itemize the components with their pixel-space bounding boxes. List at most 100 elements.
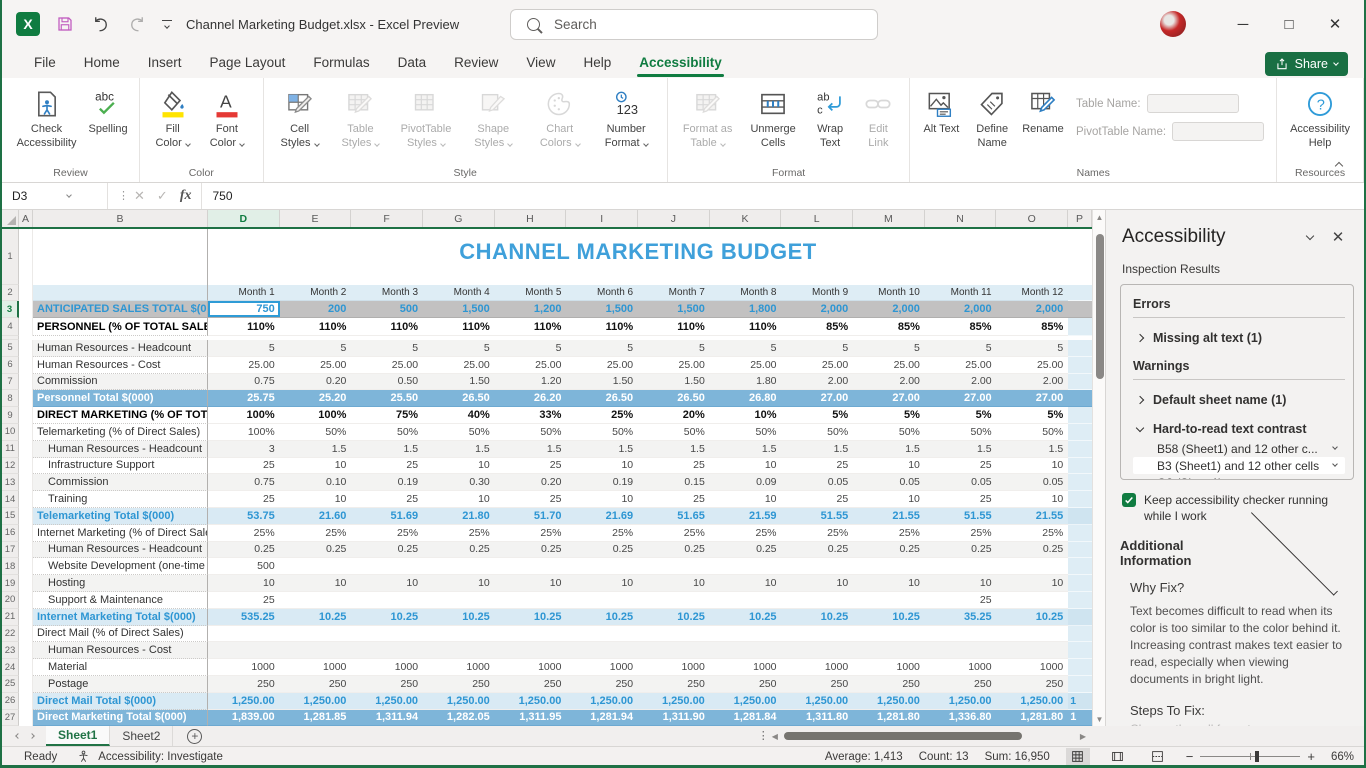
cell-I6[interactable]: 25.00 [566, 357, 638, 374]
cell-J8[interactable]: 26.50 [638, 390, 710, 407]
month-header-8[interactable]: Month 8 [710, 285, 782, 301]
cell-J6[interactable]: 25.00 [638, 357, 710, 374]
month-header-3[interactable]: Month 3 [351, 285, 423, 301]
cell-A16[interactable] [19, 525, 33, 542]
cell-M24[interactable]: 1000 [853, 659, 925, 676]
cell-D23[interactable] [208, 642, 280, 659]
row-label-7[interactable]: Commission [33, 374, 208, 391]
cell-K7[interactable]: 1.80 [710, 374, 782, 391]
cell-E16[interactable]: 25% [280, 525, 352, 542]
column-header-G[interactable]: G [423, 210, 495, 227]
cell-N9[interactable]: 5% [925, 407, 997, 424]
cell-L23[interactable] [782, 642, 854, 659]
cell-O11[interactable]: 1.5 [997, 441, 1069, 458]
cell-M4[interactable]: 85% [853, 318, 925, 336]
spelling-button[interactable]: abcSpelling [85, 84, 131, 138]
cell-J19[interactable]: 10 [638, 575, 710, 592]
cell-M12[interactable]: 10 [853, 458, 925, 475]
cell-N16[interactable]: 25% [925, 525, 997, 542]
cell-H9[interactable]: 33% [495, 407, 567, 424]
cell-J21[interactable]: 10.25 [638, 609, 710, 626]
vertical-scrollbar-thumb[interactable] [1096, 234, 1104, 379]
avatar[interactable] [1160, 11, 1186, 37]
cell-P22[interactable] [1068, 626, 1092, 643]
cell-J9[interactable]: 20% [638, 407, 710, 424]
cell-J15[interactable]: 51.65 [638, 508, 710, 525]
cell-H10[interactable]: 50% [495, 424, 567, 441]
warning-default-sheet-name[interactable]: Default sheet name (1) [1133, 388, 1345, 417]
cell-G8[interactable]: 26.50 [423, 390, 495, 407]
cell-L21[interactable]: 10.25 [782, 609, 854, 626]
cell-K8[interactable]: 26.80 [710, 390, 782, 407]
cell-F6[interactable]: 25.00 [351, 357, 423, 374]
row-header-9[interactable]: 9 [2, 407, 19, 424]
close-button[interactable]: ✕ [1312, 0, 1358, 48]
cell-I19[interactable]: 10 [566, 575, 638, 592]
cell-K26[interactable]: 1,250.00 [710, 693, 782, 710]
row-header-5[interactable]: 5 [2, 340, 19, 357]
cell-P13[interactable] [1068, 474, 1092, 491]
cell-H25[interactable]: 250 [495, 676, 567, 693]
cell-K21[interactable]: 10.25 [710, 609, 782, 626]
cell-E12[interactable]: 10 [280, 458, 352, 475]
save-icon[interactable] [54, 13, 76, 35]
cell-G22[interactable] [423, 626, 495, 643]
warning-contrast[interactable]: Hard-to-read text contrast [1133, 417, 1345, 440]
cell-L11[interactable]: 1.5 [782, 441, 854, 458]
cell-M15[interactable]: 21.55 [853, 508, 925, 525]
cell-A27[interactable] [19, 710, 33, 726]
cell-P24[interactable] [1068, 659, 1092, 676]
tab-data[interactable]: Data [386, 51, 439, 76]
cell-G19[interactable]: 10 [423, 575, 495, 592]
cell-L10[interactable]: 50% [782, 424, 854, 441]
cell-N15[interactable]: 51.55 [925, 508, 997, 525]
check-accessibility-button[interactable]: Check Accessibility [10, 84, 83, 153]
cell-I8[interactable]: 26.50 [566, 390, 638, 407]
cell-I5[interactable]: 5 [566, 340, 638, 357]
cell-H20[interactable] [495, 592, 567, 609]
vertical-scrollbar[interactable]: ▲ ▼ [1092, 210, 1105, 726]
cell-J7[interactable]: 1.50 [638, 374, 710, 391]
cell-O14[interactable]: 10 [997, 491, 1069, 508]
cell-O18[interactable] [997, 558, 1069, 575]
cell-N23[interactable] [925, 642, 997, 659]
cell-P18[interactable] [1068, 558, 1092, 575]
cell-A4[interactable] [19, 318, 33, 336]
cell-E19[interactable]: 10 [280, 575, 352, 592]
cell-L3[interactable]: 2,000 [782, 301, 854, 318]
cell-D19[interactable]: 10 [208, 575, 280, 592]
tab-review[interactable]: Review [442, 51, 510, 76]
column-header-K[interactable]: K [710, 210, 782, 227]
cell-L5[interactable]: 5 [782, 340, 854, 357]
cell-E24[interactable]: 1000 [280, 659, 352, 676]
cell-K19[interactable]: 10 [710, 575, 782, 592]
cell-L14[interactable]: 25 [782, 491, 854, 508]
row-label-4[interactable]: PERSONNEL (% OF TOTAL SALES) [33, 318, 208, 336]
cell-N20[interactable]: 25 [925, 592, 997, 609]
cell-F17[interactable]: 0.25 [351, 542, 423, 559]
additional-information-header[interactable]: Additional Information [1106, 524, 1366, 568]
cell-J25[interactable]: 250 [638, 676, 710, 693]
cell-G13[interactable]: 0.30 [423, 474, 495, 491]
row-header-4[interactable]: 4 [2, 318, 19, 336]
page-break-view-icon[interactable] [1146, 748, 1170, 766]
cell-F11[interactable]: 1.5 [351, 441, 423, 458]
collapse-ribbon-icon[interactable] [1336, 156, 1342, 174]
cell-P12[interactable] [1068, 458, 1092, 475]
month-header-1[interactable]: Month 1 [208, 285, 280, 301]
row-label-10[interactable]: Telemarketing (% of Direct Sales) [33, 424, 208, 441]
cell-H5[interactable]: 5 [495, 340, 567, 357]
row-header-20[interactable]: 20 [2, 592, 19, 609]
cell-D15[interactable]: 53.75 [208, 508, 280, 525]
cell-N13[interactable]: 0.05 [925, 474, 997, 491]
cell-H23[interactable] [495, 642, 567, 659]
cell-A20[interactable] [19, 592, 33, 609]
accessibility-status[interactable]: Accessibility: Investigate [98, 751, 223, 763]
tab-insert[interactable]: Insert [136, 51, 194, 76]
cell-A6[interactable] [19, 357, 33, 374]
page-layout-view-icon[interactable] [1106, 748, 1130, 766]
wrap-text-button[interactable]: abcWrap Text [807, 84, 854, 153]
cell-N3[interactable]: 2,000 [925, 301, 997, 318]
column-header-D[interactable]: D [208, 210, 280, 227]
row-label-21[interactable]: Internet Marketing Total $(000) [33, 609, 208, 626]
